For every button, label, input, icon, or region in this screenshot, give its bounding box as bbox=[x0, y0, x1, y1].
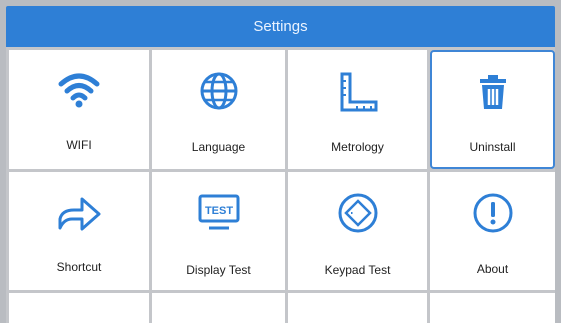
keypad-test-icon bbox=[338, 193, 377, 233]
tile-label: About bbox=[476, 262, 509, 276]
info-icon bbox=[473, 193, 512, 233]
tile-uninstall[interactable]: Uninstall bbox=[430, 50, 555, 169]
header-bar: Settings bbox=[6, 6, 555, 47]
trash-icon bbox=[479, 75, 506, 109]
tile-about[interactable]: About bbox=[430, 172, 555, 290]
tile-language[interactable]: Language bbox=[152, 50, 285, 169]
tile-shortcut[interactable]: Shortcut bbox=[9, 172, 149, 290]
tile-partial[interactable] bbox=[430, 293, 555, 333]
tile-label: Shortcut bbox=[56, 260, 102, 274]
wifi-icon bbox=[58, 73, 100, 108]
tile-wifi[interactable]: WIFI bbox=[9, 50, 149, 169]
tile-display-test[interactable]: TEST Display Test bbox=[152, 172, 285, 290]
ruler-icon bbox=[340, 72, 377, 112]
tile-label: Display Test bbox=[186, 263, 251, 277]
tile-label: Keypad Test bbox=[324, 263, 391, 277]
tile-partial[interactable] bbox=[152, 293, 285, 333]
settings-screen: Settings WIFI Language Metrology Uninsta… bbox=[0, 0, 561, 333]
arrow-right-icon bbox=[58, 197, 101, 231]
settings-grid: WIFI Language Metrology Uninstall Shortc… bbox=[6, 47, 555, 333]
tile-label: Language bbox=[191, 140, 246, 154]
tile-partial[interactable] bbox=[288, 293, 427, 333]
globe-icon bbox=[200, 72, 237, 110]
display-test-icon: TEST bbox=[198, 194, 239, 230]
tile-label: Uninstall bbox=[469, 140, 516, 154]
tile-keypad-test[interactable]: Keypad Test bbox=[288, 172, 427, 290]
page-title: Settings bbox=[253, 18, 308, 35]
tile-label: Metrology bbox=[331, 140, 384, 154]
svg-text:TEST: TEST bbox=[204, 205, 232, 217]
tile-label: WIFI bbox=[66, 138, 92, 152]
tile-metrology[interactable]: Metrology bbox=[288, 50, 427, 169]
tile-partial[interactable] bbox=[9, 293, 149, 333]
